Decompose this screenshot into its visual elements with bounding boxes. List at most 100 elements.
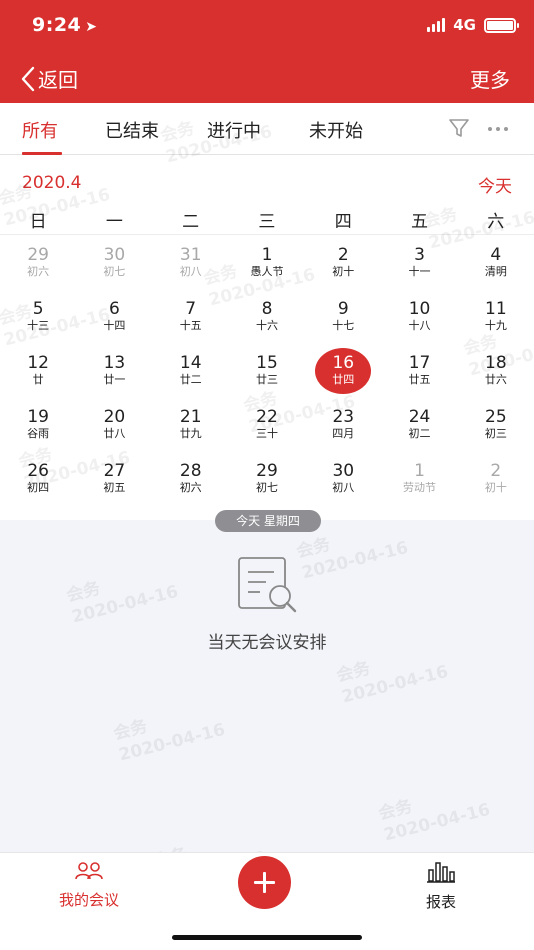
filter-tabs: 所有 已结束 进行中 未开始 [0,103,534,155]
calendar-day[interactable]: 5 十三 [0,290,76,344]
calendar-day[interactable]: 27 初五 [76,452,152,506]
calendar-day[interactable]: 1 劳动节 [381,452,457,506]
tab-all[interactable]: 所有 [22,117,58,143]
calendar-day[interactable]: 14 廿二 [153,344,229,398]
day-number: 29 [27,245,49,265]
lunar-date: 廿五 [408,373,431,386]
day-number: 31 [179,245,202,265]
day-number: 6 [109,299,120,319]
calendar-day[interactable]: 28 初六 [153,452,229,506]
day-number: 19 [27,407,49,427]
calendar-day[interactable]: 25 初三 [458,398,534,452]
calendar-day[interactable]: 30 初七 [76,236,152,290]
day-number: 25 [485,407,507,427]
today-button[interactable]: 今天 [478,172,512,197]
calendar-day[interactable]: 22 三十 [229,398,305,452]
bottom-nav: 我的会议 报表 [0,852,534,950]
calendar-day[interactable]: 3 十一 [381,236,457,290]
calendar-day[interactable]: 12 廿 [0,344,76,398]
current-month[interactable]: 2020.4 [22,173,81,193]
lunar-date: 廿二 [179,373,202,386]
calendar-day[interactable]: 19 谷雨 [0,398,76,452]
calendar-day[interactable]: 2 初十 [305,236,381,290]
lunar-date: 初八 [179,265,202,278]
calendar-day[interactable]: 17 廿五 [381,344,457,398]
weekday-label: 二 [182,212,200,232]
tab-not-started[interactable]: 未开始 [309,117,363,143]
day-number: 26 [27,461,49,481]
lunar-date: 三十 [255,427,278,440]
calendar-day[interactable]: 26 初四 [0,452,76,506]
signal-icon [427,18,446,32]
day-number: 18 [485,353,507,373]
day-number: 1 [414,461,425,481]
calendar-day[interactable]: 31 初八 [153,236,229,290]
bar-chart-icon [427,862,455,883]
day-number: 10 [408,299,431,319]
lunar-date: 廿三 [255,373,278,386]
lunar-date: 初十 [484,481,507,494]
day-number: 1 [261,245,273,265]
lunar-date: 十五 [179,319,202,332]
day-number: 12 [27,353,49,373]
lunar-date: 十八 [408,319,431,332]
calendar-day[interactable]: 1 愚人节 [229,236,305,290]
day-number: 2 [337,245,349,265]
calendar-day[interactable]: 6 十四 [76,290,152,344]
nav-my-meetings[interactable]: 我的会议 [42,861,136,910]
day-number: 8 [261,299,273,319]
day-number: 14 [179,353,202,373]
lunar-date: 愚人节 [250,265,284,278]
lunar-date: 初三 [484,427,507,440]
calendar-day[interactable]: 29 初七 [229,452,305,506]
calendar-day[interactable]: 4 清明 [458,236,534,290]
calendar-day[interactable]: 24 初二 [381,398,457,452]
nav-reports[interactable]: 报表 [406,861,476,912]
lunar-date: 四月 [332,427,355,440]
calendar-day[interactable]: 13 廿一 [76,344,152,398]
lunar-date: 十一 [408,265,431,278]
calendar-day[interactable]: 8 十六 [229,290,305,344]
calendar-day[interactable]: 11 十九 [458,290,534,344]
calendar-day[interactable]: 10 十八 [381,290,457,344]
calendar-day[interactable]: 15 廿三 [229,344,305,398]
day-number: 13 [103,353,126,373]
status-time: 9:24 ➤ [32,14,98,36]
calendar-day-selected[interactable]: 16 廿四 [305,344,381,398]
lunar-date: 廿 [32,373,44,386]
calendar-day[interactable]: 20 廿八 [76,398,152,452]
calendar-day[interactable]: 23 四月 [305,398,381,452]
calendar-day[interactable]: 30 初八 [305,452,381,506]
lunar-date: 初五 [103,481,126,494]
app-header: 9:24 ➤ 4G 返回 更多 [0,0,534,103]
more-options-icon[interactable] [488,127,508,131]
add-meeting-button[interactable] [238,856,291,909]
day-number: 15 [256,353,278,373]
chevron-left-icon [21,66,35,91]
lunar-date: 初七 [103,265,126,278]
more-button[interactable]: 更多 [470,64,510,93]
calendar-day[interactable]: 7 十五 [153,290,229,344]
calendar-day[interactable]: 18 廿六 [458,344,534,398]
calendar-day[interactable]: 21 廿九 [153,398,229,452]
lunar-date: 初八 [332,481,355,494]
calendar-day[interactable]: 2 初十 [458,452,534,506]
day-number: 21 [179,407,202,427]
day-number: 16 [332,353,355,373]
day-number: 17 [408,353,431,373]
selected-day-badge: 今天 星期四 [215,510,321,532]
empty-message: 当天无会议安排 [207,633,327,653]
filter-icon[interactable] [448,117,470,139]
calendar-day[interactable]: 9 十七 [305,290,381,344]
tab-ended[interactable]: 已结束 [105,117,159,143]
lunar-date: 十三 [27,319,50,332]
nav-my-meetings-label: 我的会议 [58,891,119,909]
day-number: 2 [490,461,502,481]
day-number: 11 [485,299,507,319]
weekday-label: 四 [334,212,352,232]
weekday-label: 三 [258,212,276,232]
calendar-day[interactable]: 29 初六 [0,236,76,290]
tab-ongoing[interactable]: 进行中 [207,117,261,143]
day-number: 29 [256,461,278,481]
back-button[interactable]: 返回 [20,64,78,93]
